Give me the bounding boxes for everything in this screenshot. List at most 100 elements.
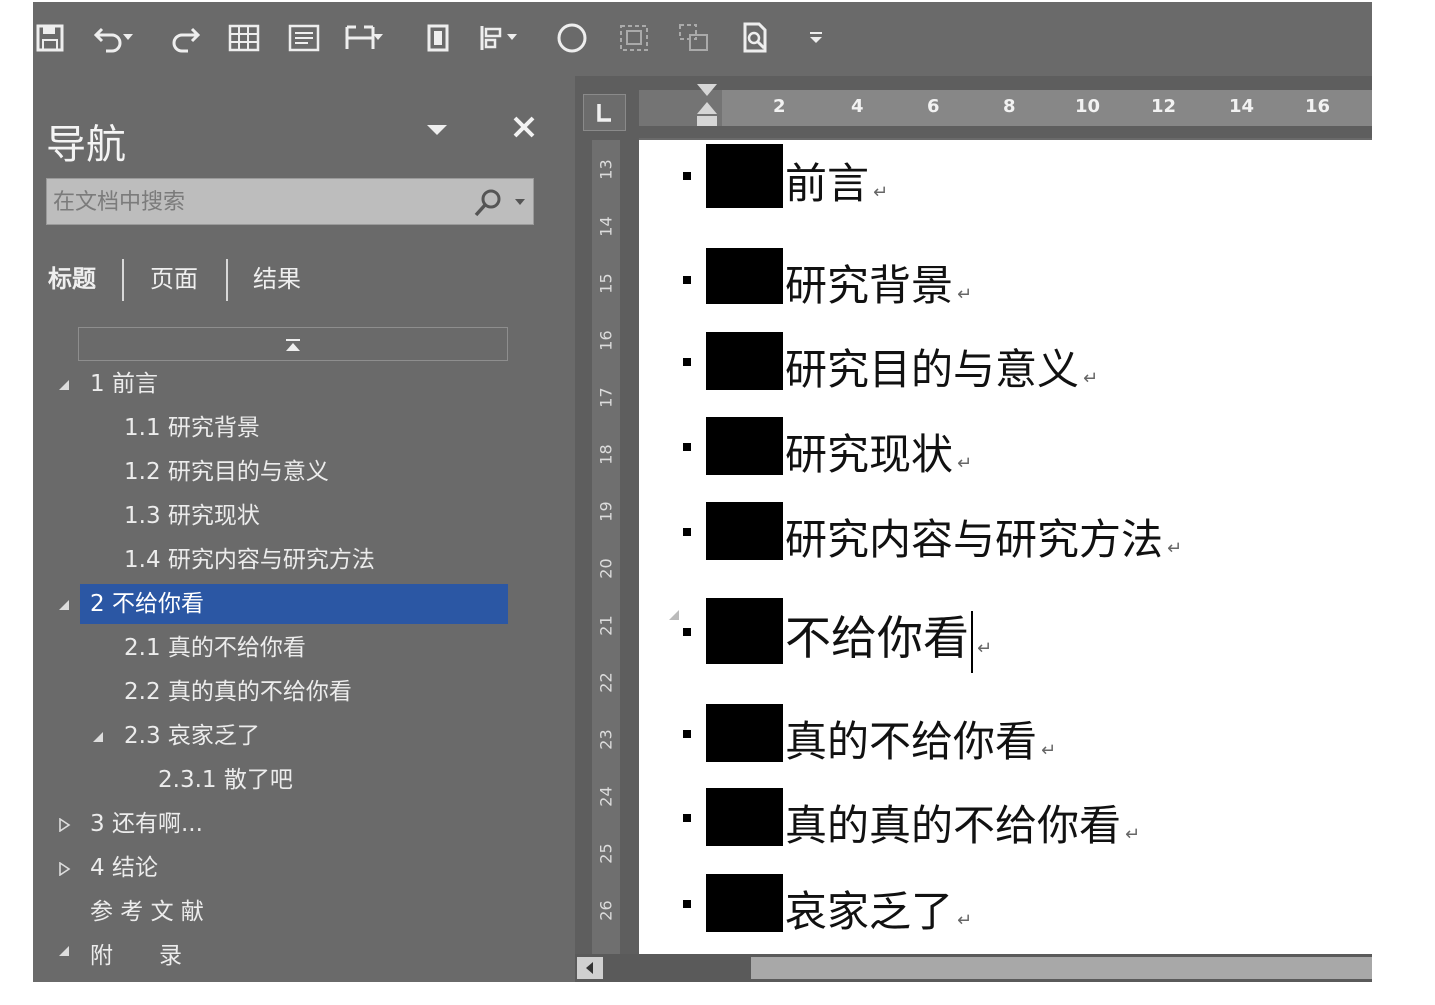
collapse-up-icon[interactable] xyxy=(285,338,301,352)
expanded-arrow-icon[interactable] xyxy=(57,944,71,958)
redacted-number xyxy=(706,332,783,390)
chevron-down-icon[interactable] xyxy=(373,34,383,40)
ruler-number: 8 xyxy=(1003,96,1016,117)
undo-icon[interactable] xyxy=(93,20,133,56)
close-icon[interactable] xyxy=(509,112,539,142)
ruler-number: 4 xyxy=(851,96,864,117)
search-input[interactable] xyxy=(53,188,453,216)
circle-shape-icon[interactable] xyxy=(555,20,589,56)
page-size-icon[interactable] xyxy=(421,20,455,56)
bullet-mark xyxy=(683,276,691,284)
redacted-number xyxy=(706,874,783,932)
ruler-number: 2 xyxy=(773,96,786,117)
redacted-number xyxy=(706,502,783,560)
group-icon[interactable] xyxy=(617,20,651,56)
bullet-mark xyxy=(683,628,691,636)
nav-heading-2-1[interactable]: 2.1 真的不给你看 xyxy=(124,628,306,668)
bullet-mark xyxy=(683,814,691,822)
redacted-number xyxy=(706,788,783,846)
nav-heading-1-4[interactable]: 1.4 研究内容与研究方法 xyxy=(124,540,375,580)
redo-icon[interactable] xyxy=(167,20,201,56)
ruler-number: 12 xyxy=(1151,96,1177,117)
heading-text[interactable]: 研究背景 ↵ xyxy=(785,252,972,313)
bullet-mark xyxy=(683,172,691,180)
nav-heading-1[interactable]: 1 前言 xyxy=(90,364,158,404)
collapsed-arrow-icon[interactable] xyxy=(57,862,71,876)
text-cursor xyxy=(971,610,973,673)
chevron-left-icon xyxy=(586,962,593,974)
nav-heading-2-3-1[interactable]: 2.3.1 散了吧 xyxy=(158,760,293,800)
tab-results[interactable]: 结果 xyxy=(253,259,301,294)
vertical-ruler[interactable]: 13 14 15 16 17 18 19 20 21 22 23 24 25 2… xyxy=(592,140,620,956)
heading-text[interactable]: 研究现状 ↵ xyxy=(785,421,972,482)
nav-references[interactable]: 参 考 文 献 xyxy=(90,892,204,932)
tab-divider xyxy=(226,259,228,301)
word-window: 导航 标题 页面 结果 1 前言 1.1 研究背景 1.2 研究目的与意义 1.… xyxy=(33,2,1372,982)
heading-text[interactable]: 真的真的不给你看 ↵ xyxy=(785,792,1140,853)
ruler-number: 26 xyxy=(596,900,616,921)
align-icon[interactable] xyxy=(477,20,517,56)
nav-heading-3[interactable]: 3 还有啊... xyxy=(90,804,203,844)
chevron-down-icon[interactable] xyxy=(123,34,133,40)
nav-heading-2-3[interactable]: 2.3 哀家乏了 xyxy=(124,716,260,756)
heading-text[interactable]: 不给你看 ↵ xyxy=(785,602,992,673)
nav-heading-2-2[interactable]: 2.2 真的真的不给你看 xyxy=(124,672,352,712)
expanded-arrow-icon[interactable] xyxy=(91,730,105,744)
horizontal-ruler[interactable]: 2 4 6 8 10 12 14 16 xyxy=(639,84,1372,126)
document-page[interactable]: 前言 ↵ 研究背景 ↵ 研究目的与意义 ↵ 研究现状 ↵ 研究内容与研究方法 ↵ 不给你看… xyxy=(639,140,1372,954)
tab-headings[interactable]: 标题 xyxy=(48,259,96,294)
redacted-number xyxy=(706,144,783,208)
tab-pages[interactable]: 页面 xyxy=(150,259,198,294)
ruler-number: 16 xyxy=(596,330,616,351)
ruler-number: 14 xyxy=(596,216,616,237)
redacted-number xyxy=(706,598,783,664)
expanded-arrow-icon[interactable] xyxy=(57,598,71,612)
nav-heading-1-1[interactable]: 1.1 研究背景 xyxy=(124,408,260,448)
save-icon[interactable] xyxy=(33,20,67,56)
bullet-mark xyxy=(683,900,691,908)
nav-search-box[interactable] xyxy=(46,178,534,225)
heading-text[interactable]: 研究目的与意义 ↵ xyxy=(785,336,1098,397)
left-tab-icon xyxy=(597,104,611,122)
heading-text[interactable]: 哀家乏了 ↵ xyxy=(785,878,972,939)
collapsed-arrow-icon[interactable] xyxy=(57,818,71,832)
ruler-number: 13 xyxy=(596,159,616,180)
bullet-mark xyxy=(683,528,691,536)
chevron-down-icon[interactable] xyxy=(507,34,517,40)
chevron-down-icon[interactable] xyxy=(515,199,525,205)
ruler-number: 25 xyxy=(596,843,616,864)
scroll-up-bar[interactable] xyxy=(78,327,508,361)
horizontal-scrollbar[interactable] xyxy=(575,954,1372,982)
expanded-arrow-icon[interactable] xyxy=(57,378,71,392)
vertical-ruler-area: 13 14 15 16 17 18 19 20 21 22 23 24 25 2… xyxy=(575,76,639,982)
nav-heading-2-selected[interactable]: 2 不给你看 xyxy=(80,584,508,624)
columns-icon[interactable] xyxy=(343,20,383,56)
redacted-number xyxy=(706,248,783,304)
tab-selector-button[interactable] xyxy=(583,94,626,131)
customize-toolbar-icon[interactable] xyxy=(799,20,833,56)
print-preview-icon[interactable] xyxy=(739,20,773,56)
scroll-left-button[interactable] xyxy=(577,957,603,979)
ruler-text-area xyxy=(722,90,1372,126)
heading-text[interactable]: 研究内容与研究方法 ↵ xyxy=(785,506,1182,567)
table-icon[interactable] xyxy=(227,20,261,56)
ruler-number: 15 xyxy=(596,273,616,294)
bullet-mark xyxy=(683,730,691,738)
ruler-number: 18 xyxy=(596,444,616,465)
redacted-number xyxy=(706,704,783,762)
nav-heading-1-3[interactable]: 1.3 研究现状 xyxy=(124,496,260,536)
ruler-number: 22 xyxy=(596,672,616,693)
text-box-icon[interactable] xyxy=(287,20,321,56)
heading-text[interactable]: 真的不给你看 ↵ xyxy=(785,708,1056,769)
indent-marker-icon[interactable] xyxy=(695,84,719,132)
search-icon[interactable] xyxy=(472,188,504,218)
collapse-heading-icon[interactable] xyxy=(667,608,681,622)
ungroup-icon[interactable] xyxy=(677,20,711,56)
nav-appendix[interactable]: 附 录 xyxy=(90,936,182,976)
nav-heading-1-2[interactable]: 1.2 研究目的与意义 xyxy=(124,452,329,492)
ruler-number: 24 xyxy=(596,786,616,807)
nav-heading-4[interactable]: 4 结论 xyxy=(90,848,158,888)
heading-text[interactable]: 前言 ↵ xyxy=(785,150,888,211)
scrollbar-thumb[interactable] xyxy=(751,957,1372,979)
chevron-down-icon[interactable] xyxy=(425,120,449,140)
